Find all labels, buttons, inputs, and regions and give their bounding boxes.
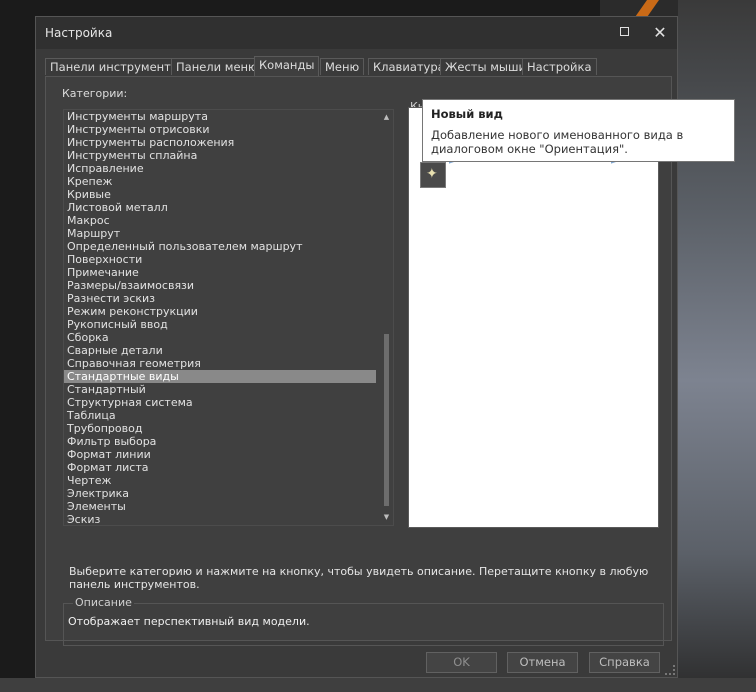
tab-menu-bars[interactable]: Панели меню xyxy=(171,58,263,75)
description-group: Описание Отображает перспективный вид мо… xyxy=(63,596,664,646)
maximize-icon xyxy=(619,27,629,36)
description-caption: Описание xyxy=(73,596,134,609)
window-title: Настройка xyxy=(45,26,113,40)
hint-text: Выберите категорию и нажмите на кнопку, … xyxy=(69,565,649,591)
categories-list[interactable]: Инструменты маршрута Инструменты отрисовк… xyxy=(63,109,394,526)
category-item[interactable]: Элементы xyxy=(64,500,376,513)
category-item[interactable]: Формат линии xyxy=(64,448,376,461)
buttons-area: ✦ xyxy=(408,107,659,528)
close-button[interactable]: ✕ xyxy=(648,23,672,43)
tab-menus[interactable]: Меню xyxy=(320,58,365,75)
tab-keyboard[interactable]: Клавиатура xyxy=(368,58,450,75)
category-item[interactable]: Инструменты сплайна xyxy=(64,149,376,162)
category-item[interactable]: Кривые xyxy=(64,188,376,201)
category-item[interactable]: Формат листа xyxy=(64,461,376,474)
category-item[interactable]: Размеры/взаимосвязи xyxy=(64,279,376,292)
tab-customization[interactable]: Настройка xyxy=(522,58,597,75)
help-button[interactable]: Справка xyxy=(589,652,660,673)
category-item[interactable]: Электрика xyxy=(64,487,376,500)
scroll-down-icon[interactable]: ▼ xyxy=(381,512,392,523)
category-item[interactable]: Определенный пользователем маршрут xyxy=(64,240,376,253)
category-item[interactable]: Разнести эскиз xyxy=(64,292,376,305)
category-item[interactable]: Крепеж xyxy=(64,175,376,188)
category-item[interactable]: Поверхности xyxy=(64,253,376,266)
maximize-button[interactable] xyxy=(612,23,636,43)
category-item[interactable]: Справочная геометрия xyxy=(64,357,376,370)
category-item[interactable]: Инструменты отрисовки xyxy=(64,123,376,136)
perspective-view-button[interactable]: ✦ xyxy=(420,162,446,188)
command-tooltip: Новый вид Добавление нового именованного… xyxy=(422,99,735,162)
category-item[interactable]: Рукописный ввод xyxy=(64,318,376,331)
category-item[interactable]: Листовой металл xyxy=(64,201,376,214)
resize-grip-icon[interactable] xyxy=(665,665,675,675)
scroll-up-icon[interactable]: ▲ xyxy=(381,112,392,123)
category-item[interactable]: Инструменты расположения xyxy=(64,136,376,149)
tooltip-text: Добавление нового именованного вида в ди… xyxy=(431,128,684,156)
tab-commands[interactable]: Команды xyxy=(254,56,320,76)
category-item[interactable]: Фильтр выбора xyxy=(64,435,376,448)
category-item[interactable]: Макрос xyxy=(64,214,376,227)
cancel-button[interactable]: Отмена xyxy=(507,652,578,673)
category-item[interactable]: Чертеж xyxy=(64,474,376,487)
category-item[interactable]: Примечание xyxy=(64,266,376,279)
category-item[interactable]: Исправление xyxy=(64,162,376,175)
category-item[interactable]: Стандартные виды xyxy=(64,370,376,383)
category-item[interactable]: Сборка xyxy=(64,331,376,344)
category-item[interactable]: Режим реконструкции xyxy=(64,305,376,318)
category-item[interactable]: Маршрут xyxy=(64,227,376,240)
description-text: Отображает перспективный вид модели. xyxy=(68,615,310,628)
category-item[interactable]: Инструменты маршрута xyxy=(64,110,376,123)
categories-label: Категории: xyxy=(62,87,128,100)
close-icon: ✕ xyxy=(653,23,667,42)
scroll-thumb[interactable] xyxy=(384,334,389,506)
title-bar[interactable]: Настройка ✕ xyxy=(36,17,677,49)
tab-toolbars[interactable]: Панели инструментов xyxy=(45,58,190,75)
category-item[interactable]: Таблица xyxy=(64,409,376,422)
categories-scrollbar[interactable]: ▲ ▼ xyxy=(381,110,392,525)
tab-mouse-gestures[interactable]: Жесты мыши xyxy=(440,58,531,75)
background-bottom-strip xyxy=(0,678,756,692)
category-item[interactable]: Эскиз xyxy=(64,513,376,525)
ok-button[interactable]: OK xyxy=(426,652,497,673)
tooltip-title: Новый вид xyxy=(431,107,503,121)
category-item[interactable]: Сварные детали xyxy=(64,344,376,357)
categories-items: Инструменты маршрута Инструменты отрисовк… xyxy=(64,110,376,525)
perspective-view-icon: ✦ xyxy=(426,166,438,182)
category-item[interactable]: Структурная система xyxy=(64,396,376,409)
category-item[interactable]: Стандартный xyxy=(64,383,376,396)
category-item[interactable]: Трубопровод xyxy=(64,422,376,435)
